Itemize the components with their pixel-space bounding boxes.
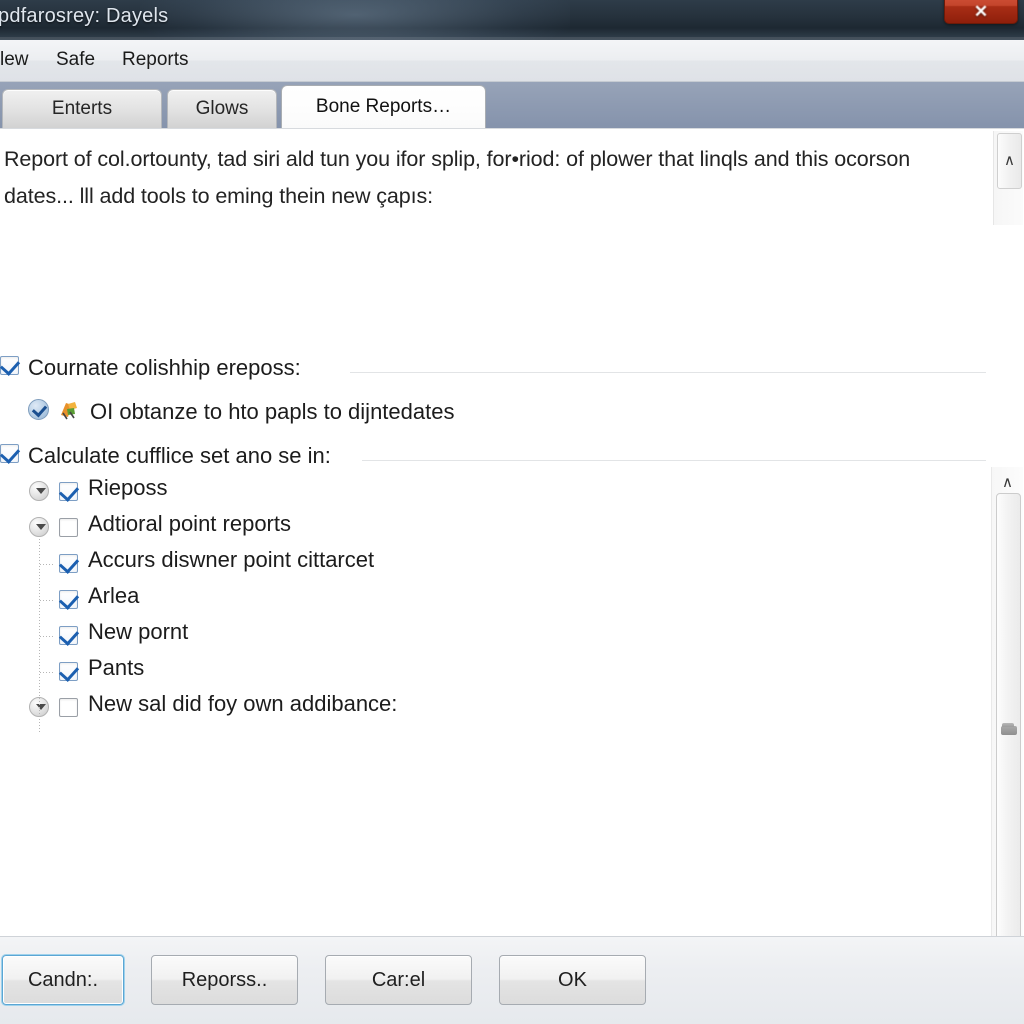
tree-row-label: New pornt <box>88 619 189 644</box>
tree-row-checkbox[interactable] <box>59 626 78 645</box>
tab-label: Bone Reports… <box>315 96 452 117</box>
group-separator <box>362 460 986 461</box>
tree-row-checkbox[interactable] <box>59 590 78 609</box>
tree-scrollbar-thumb[interactable] <box>996 493 1021 936</box>
tab-label: Enterts <box>51 98 113 119</box>
group-checkbox[interactable] <box>0 356 19 375</box>
group-label: Calculate cufflice set ano se in: <box>28 443 331 468</box>
group-label: Cournate colishhip ereposs: <box>28 355 301 380</box>
tab-bone-reports[interactable]: Bone Reports… <box>281 85 486 128</box>
close-button[interactable]: ✕ <box>944 0 1018 24</box>
tree-row-checkbox[interactable] <box>59 698 78 717</box>
sub-item-check-badge[interactable] <box>28 399 49 420</box>
reports-button[interactable]: Reporss.. <box>151 955 298 1005</box>
tree-row-label: Pants <box>88 655 145 680</box>
tree-row-label: Accurs diswner point cittarcet <box>88 547 375 572</box>
group-separator <box>350 372 986 373</box>
content-panel: Report of col.ortounty, tad siri ald tun… <box>0 128 1024 936</box>
menu-bar: lew Safe Reports <box>0 40 1024 82</box>
menu-item-view[interactable]: lew <box>0 49 29 71</box>
tree-row[interactable]: New pornt <box>0 618 990 654</box>
button-label: Reporss.. <box>181 969 268 991</box>
button-label: Car:el <box>371 969 426 991</box>
intro-scrollbar[interactable]: ∧ <box>993 131 1023 225</box>
report-tree: Rieposs Adtioral point reports Accurs disw… <box>0 474 990 742</box>
tree-connector-line <box>40 564 54 565</box>
sub-item-label: OI obtanze to hto papls to dijntedates <box>90 399 455 424</box>
tree-connector-line <box>40 672 54 673</box>
tree-row-checkbox[interactable] <box>59 662 78 681</box>
tree-row[interactable]: New sal did foy own addibance: <box>0 690 990 726</box>
close-icon: ✕ <box>973 2 989 21</box>
tree-expander-icon[interactable] <box>29 481 49 501</box>
menu-item-reports[interactable]: Reports <box>122 49 189 71</box>
tree-row-checkbox[interactable] <box>59 518 78 537</box>
tree-connector-line <box>40 600 54 601</box>
tree-scrollbar[interactable]: ∧ ∨ <box>991 467 1023 936</box>
application-window: pdfarosrey: Dayels ✕ lew Safe Reports En… <box>0 0 1024 1024</box>
button-bar: Candn:. Reporss.. Car:el OK <box>0 936 1024 1024</box>
title-bar-glow <box>140 0 570 40</box>
tab-enterts[interactable]: Enterts <box>2 89 162 128</box>
scrollbar-grip-icon <box>1001 723 1017 735</box>
window-title: pdfarosrey: Dayels <box>0 5 169 27</box>
tree-row[interactable]: Arlea <box>0 582 990 618</box>
tree-row-label: Adtioral point reports <box>88 511 291 536</box>
title-bar: pdfarosrey: Dayels ✕ <box>0 0 1024 40</box>
sub-item-row[interactable]: OI obtanze to hto papls to dijntedates <box>0 399 990 435</box>
tree-scrollbar-track[interactable] <box>992 493 1023 936</box>
tree-row-label: Rieposs <box>88 475 168 500</box>
tab-glows[interactable]: Glows <box>167 89 277 128</box>
group-checkbox[interactable] <box>0 444 19 463</box>
button-label: Candn:. <box>27 969 99 991</box>
menu-item-safe[interactable]: Safe <box>56 49 95 71</box>
tab-strip: Enterts Glows Bone Reports… <box>0 82 1024 128</box>
ok-button[interactable]: OK <box>499 955 646 1005</box>
tree-row-checkbox[interactable] <box>59 554 78 573</box>
tree-row-checkbox[interactable] <box>59 482 78 501</box>
tree-row[interactable]: Rieposs <box>0 474 990 510</box>
chevron-up-icon: ∧ <box>1004 152 1015 169</box>
tree-row[interactable]: Pants <box>0 654 990 690</box>
tree-connector-line <box>40 636 54 637</box>
app-flag-icon <box>61 402 77 420</box>
cancel-button[interactable]: Car:el <box>325 955 472 1005</box>
group-row-cournate[interactable]: Cournate colishhip ereposs: <box>0 355 990 391</box>
chevron-up-icon[interactable]: ∧ <box>992 475 1023 490</box>
tree-row[interactable]: Accurs diswner point cittarcet <box>0 546 990 582</box>
intro-text: Report of col.ortounty, tad siri ald tun… <box>4 147 911 208</box>
tree-row-label: Arlea <box>88 583 140 608</box>
tree-spine-line <box>39 536 40 734</box>
confirm-button[interactable]: Candn:. <box>2 955 124 1005</box>
intro-scrollbar-thumb[interactable]: ∧ <box>997 133 1022 189</box>
tree-row-label: New sal did foy own addibance: <box>88 691 398 716</box>
tree-row[interactable]: Adtioral point reports <box>0 510 990 546</box>
tab-label: Glows <box>195 98 249 119</box>
tree-expander-icon[interactable] <box>29 517 49 537</box>
button-label: OK <box>558 969 587 991</box>
